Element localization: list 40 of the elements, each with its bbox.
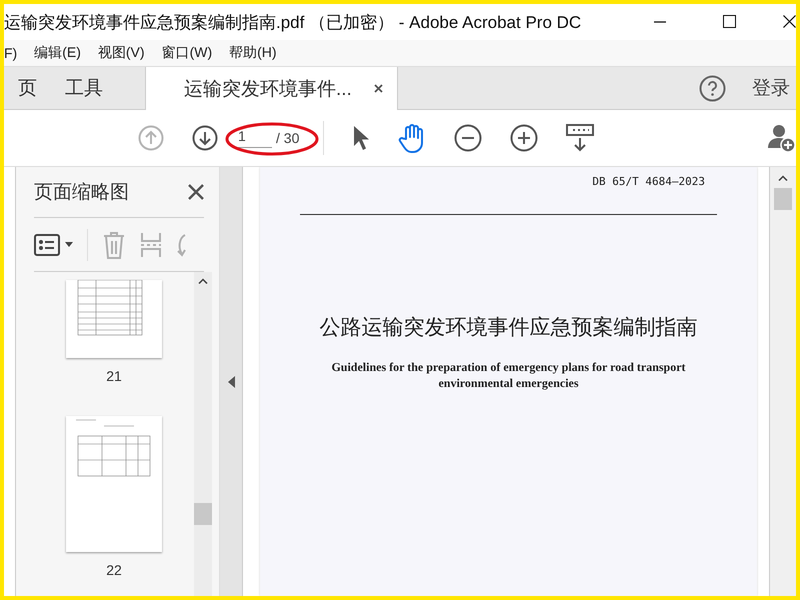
close-icon[interactable] <box>374 84 383 93</box>
scroll-up-icon <box>198 278 208 284</box>
collapse-arrow-icon[interactable] <box>228 376 234 388</box>
panel-title: 页面缩略图 <box>34 181 129 205</box>
menu-item[interactable]: 视图(V) <box>98 44 145 62</box>
caret-icon <box>65 242 73 247</box>
sign-in-link[interactable]: 登录 <box>752 75 790 101</box>
list-options-icon <box>34 234 60 256</box>
document-tab[interactable]: 运输突发环境事件... <box>145 67 398 110</box>
document-title: 公路运输突发环境事件应急预案编制指南 <box>320 315 698 341</box>
page-count: / 30 <box>276 130 300 146</box>
scrollbar[interactable] <box>769 167 796 596</box>
keyboard-icon[interactable] <box>566 124 594 152</box>
page-thumbnail[interactable] <box>66 280 162 358</box>
scroll-up-icon <box>778 175 788 181</box>
menu-item[interactable]: 窗口(W) <box>162 44 212 62</box>
add-user-icon[interactable] <box>768 124 796 152</box>
nav-tab[interactable]: 工具 <box>51 67 117 109</box>
menu-item[interactable]: 帮助(H) <box>229 44 277 62</box>
document-subtitle: Guidelines for the preparation of emergency plans for road transport environmental emergencies <box>330 359 687 391</box>
scrollbar-thumb[interactable] <box>194 503 212 525</box>
scrollbar-thumb[interactable] <box>774 188 792 210</box>
maximize-icon[interactable] <box>723 15 736 28</box>
nav-tab[interactable]: 页 <box>4 67 51 109</box>
window-title: 运输突发环境事件应急预案编制指南.pdf （已加密） - Adobe Acrobat Pro DC <box>4 12 582 34</box>
page-number-label: 21 <box>106 368 122 384</box>
page-number-field[interactable]: 1 <box>232 128 272 148</box>
scrollbar[interactable] <box>194 272 212 596</box>
zoom-in-icon[interactable] <box>510 124 538 152</box>
page-number-label: 22 <box>106 562 122 578</box>
close-icon[interactable] <box>783 15 796 28</box>
page-thumbnail[interactable] <box>66 416 162 552</box>
zoom-out-icon[interactable] <box>454 124 482 152</box>
standard-number: DB 65/T 4684—2023 <box>592 175 705 188</box>
close-icon[interactable] <box>188 184 204 200</box>
menu-item[interactable]: 编辑(E) <box>34 44 81 62</box>
options-menu-button[interactable] <box>34 234 73 256</box>
cursor-arrow-icon[interactable] <box>352 125 370 151</box>
menu-item[interactable]: F) <box>4 45 18 61</box>
help-icon[interactable] <box>699 74 726 102</box>
